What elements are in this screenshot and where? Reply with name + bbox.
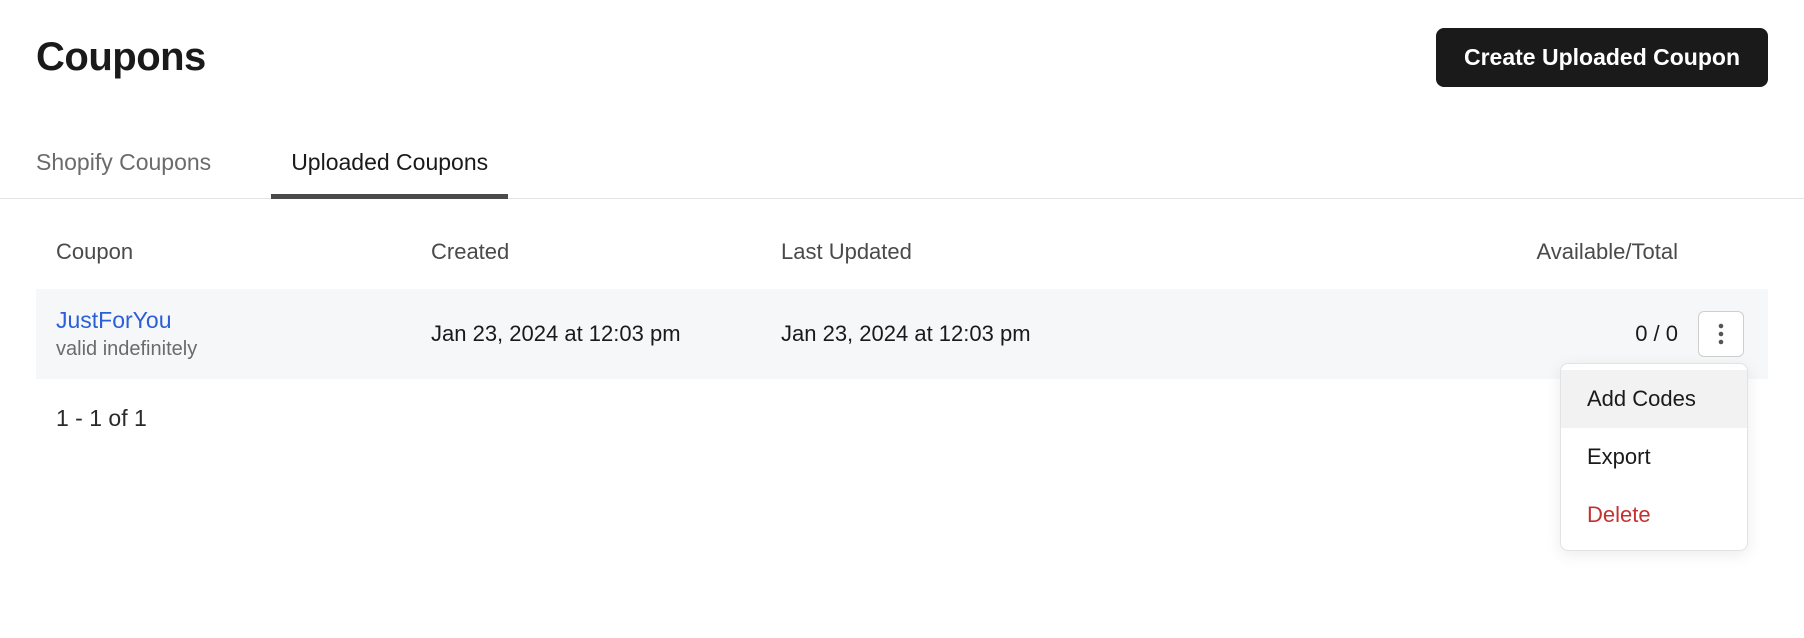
- create-uploaded-coupon-button[interactable]: Create Uploaded Coupon: [1436, 28, 1768, 87]
- pagination-summary: 1 - 1 of 1: [36, 379, 1768, 458]
- row-actions-button[interactable]: [1698, 311, 1744, 357]
- table-row: JustForYou valid indefinitely Jan 23, 20…: [36, 289, 1768, 379]
- tabs: Shopify Coupons Uploaded Coupons: [0, 135, 1804, 199]
- tab-uploaded-coupons[interactable]: Uploaded Coupons: [271, 135, 508, 198]
- cell-available-total: 0 / 0: [1251, 321, 1698, 347]
- column-header-created: Created: [431, 239, 781, 265]
- menu-item-add-codes[interactable]: Add Codes: [1561, 370, 1747, 428]
- cell-created: Jan 23, 2024 at 12:03 pm: [431, 321, 781, 347]
- menu-item-delete[interactable]: Delete: [1561, 486, 1747, 544]
- coupon-validity: valid indefinitely: [56, 338, 431, 361]
- coupon-name-link[interactable]: JustForYou: [56, 307, 431, 334]
- table-header: Coupon Created Last Updated Available/To…: [36, 199, 1768, 289]
- column-header-coupon: Coupon: [56, 239, 431, 265]
- cell-updated: Jan 23, 2024 at 12:03 pm: [781, 321, 1251, 347]
- page-title: Coupons: [36, 35, 206, 80]
- column-header-updated: Last Updated: [781, 239, 1251, 265]
- column-header-available: Available/Total: [1251, 239, 1698, 265]
- more-vertical-icon: [1718, 323, 1724, 345]
- menu-item-export[interactable]: Export: [1561, 428, 1747, 486]
- tab-shopify-coupons[interactable]: Shopify Coupons: [36, 135, 231, 198]
- row-actions-menu: Add Codes Export Delete: [1560, 363, 1748, 551]
